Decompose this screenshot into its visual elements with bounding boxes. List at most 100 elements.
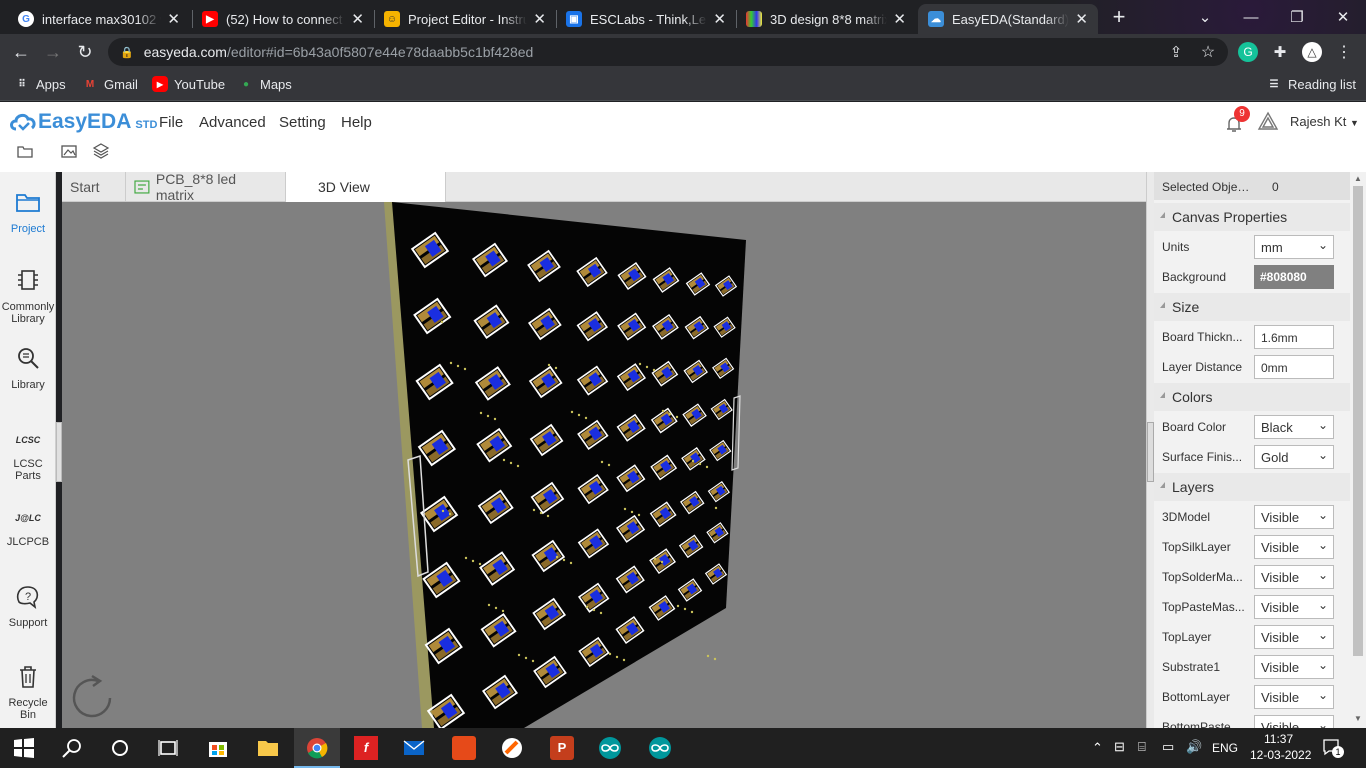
clock-date[interactable]: 12-03-2022 [1250,748,1311,762]
export-image-icon[interactable] [60,142,78,160]
user-avatar-icon[interactable] [1257,110,1279,132]
cortana-icon[interactable] [108,736,132,760]
scroll-down-arrow[interactable]: ▼ [1354,714,1362,723]
profile-avatar[interactable]: △ [1302,42,1322,62]
browser-tab-1[interactable]: G interface max30102 wi ✕ [8,4,190,34]
layer-visibility-select[interactable]: Visible ⌄ [1254,655,1334,679]
layers-icon[interactable] [92,142,110,160]
board-thickness-input[interactable]: 1.6mm [1254,325,1334,349]
bookmark-gmail[interactable]: M Gmail [82,76,138,92]
device-icon[interactable]: ⊟ [1114,739,1125,755]
reading-list-button[interactable]: ☰ Reading list [1266,76,1356,92]
task-view-icon[interactable] [156,736,180,760]
tab-search-button[interactable]: ⌄ [1182,0,1228,34]
office-icon[interactable] [452,736,476,760]
board-color-select[interactable]: Black ⌄ [1254,415,1334,439]
rotate-icon[interactable] [66,672,118,724]
browser-tab-4[interactable]: ▣ ESCLabs - Think,Learn ✕ [556,4,736,34]
new-tab-button[interactable]: + [1106,6,1132,30]
menu-file[interactable]: File [159,114,183,131]
file-explorer-icon[interactable] [256,736,280,760]
minimize-button[interactable]: — [1228,0,1274,34]
layer-visibility-select[interactable]: Visible ⌄ [1254,595,1334,619]
layer-visibility-select[interactable]: Visible ⌄ [1254,625,1334,649]
mail-icon[interactable] [402,736,426,760]
grammarly-icon[interactable]: G [1238,42,1258,62]
bookmark-apps[interactable]: ⠿ Apps [14,76,65,92]
notification-bell[interactable]: 9 [1224,106,1250,136]
sidebar-item-lcsc-parts[interactable]: LCSC LCSC Parts [0,426,56,482]
scroll-up-arrow[interactable]: ▲ [1354,174,1362,183]
layer-visibility-select[interactable]: Visible ⌄ [1254,505,1334,529]
store-icon[interactable] [206,736,230,760]
menu-icon[interactable]: ⋮ [1334,42,1354,62]
3d-viewport[interactable] [62,202,1146,728]
bookmark-star-icon[interactable]: ☆ [1198,42,1218,62]
close-icon[interactable]: ✕ [351,10,364,28]
arduino-icon-2[interactable] [648,736,672,760]
share-icon[interactable]: ⇪ [1166,42,1186,62]
easyeda-logo[interactable]: EasyEDA STD [8,110,157,134]
menu-advanced[interactable]: Advanced [199,114,266,131]
browser-tab-5[interactable]: 3D design 8*8 matrix | ✕ [736,4,916,34]
forward-button[interactable]: → [40,40,66,64]
panel-resize-handle[interactable] [1146,172,1154,728]
browser-tab-6[interactable]: ☁ EasyEDA(Standard) - A ✕ [918,4,1098,34]
bookmark-maps[interactable]: ● Maps [238,76,292,92]
close-icon[interactable]: ✕ [893,10,906,28]
sidebar-item-commonly-library[interactable]: Commonly Library [0,266,56,325]
close-icon[interactable]: ✕ [1075,10,1088,28]
sidebar-item-library[interactable]: Library [0,344,56,391]
sidebar-item-support[interactable]: ? Support [0,582,56,629]
scrollbar-thumb[interactable] [1353,186,1363,656]
background-color-field[interactable]: #808080 [1254,265,1334,289]
powerpoint-icon[interactable]: P [550,736,574,760]
menu-help[interactable]: Help [341,114,372,131]
notification-center[interactable]: 1 [1322,738,1344,758]
extensions-icon[interactable]: ✚ [1270,42,1290,62]
bookmark-youtube[interactable]: ▶ YouTube [152,76,225,92]
section-canvas-properties[interactable]: Canvas Properties [1154,203,1350,231]
app-red-f-icon[interactable]: f [354,736,378,760]
units-select[interactable]: mm ⌄ [1254,235,1334,259]
windows-start-icon[interactable] [12,736,36,760]
menu-setting[interactable]: Setting [279,114,326,131]
address-bar[interactable]: 🔒 easyeda.com/editor#id=6b43a0f5807e44e7… [108,38,1228,66]
browser-tab-3[interactable]: ☺ Project Editor - Instruc ✕ [374,4,556,34]
layer-distance-input[interactable]: 0mm [1254,355,1334,379]
layer-visibility-select[interactable]: Visible ⌄ [1254,715,1334,728]
properties-scrollbar[interactable]: ▲ ▼ [1350,172,1366,728]
surface-finish-select[interactable]: Gold ⌄ [1254,445,1334,469]
tab-start[interactable]: Start [62,172,126,202]
sidebar-item-jlcpcb[interactable]: J@LC JLCPCB [0,504,56,548]
display-icon[interactable]: ▭ [1162,739,1174,755]
sidebar-item-recycle-bin[interactable]: Recycle Bin [0,662,56,721]
section-size[interactable]: Size [1154,293,1350,321]
arduino-icon[interactable] [598,736,622,760]
clock-time[interactable]: 11:37 [1264,732,1293,746]
network-icon[interactable]: ⌸ [1138,739,1146,755]
volume-icon[interactable]: 🔊 [1186,739,1202,755]
close-icon[interactable]: ✕ [533,10,546,28]
section-colors[interactable]: Colors [1154,383,1350,411]
language-indicator[interactable]: ENG [1212,741,1238,755]
chrome-icon[interactable] [305,736,329,760]
close-window-button[interactable]: ✕ [1320,0,1366,34]
section-layers[interactable]: Layers [1154,473,1350,501]
layer-visibility-select[interactable]: Visible ⌄ [1254,565,1334,589]
tab-3d-view[interactable]: 3D View [286,172,446,202]
app-orange-icon[interactable] [500,736,524,760]
tab-pcb[interactable]: PCB_8*8 led matrix [126,171,286,203]
show-hidden-icons[interactable]: ⌃ [1092,740,1103,756]
back-button[interactable]: ← [8,40,34,64]
reload-button[interactable]: ↻ [72,40,98,64]
pcb-3d-render[interactable] [62,202,1146,728]
browser-tab-2[interactable]: ▶ (52) How to connect M ✕ [192,4,374,34]
layer-visibility-select[interactable]: Visible ⌄ [1254,535,1334,559]
open-folder-icon[interactable] [16,142,34,160]
search-icon[interactable] [60,736,84,760]
user-menu[interactable]: Rajesh Kt ▼ [1290,114,1359,129]
layer-visibility-select[interactable]: Visible ⌄ [1254,685,1334,709]
sidebar-item-project[interactable]: Project [0,188,56,235]
restore-button[interactable]: ❐ [1274,0,1320,34]
